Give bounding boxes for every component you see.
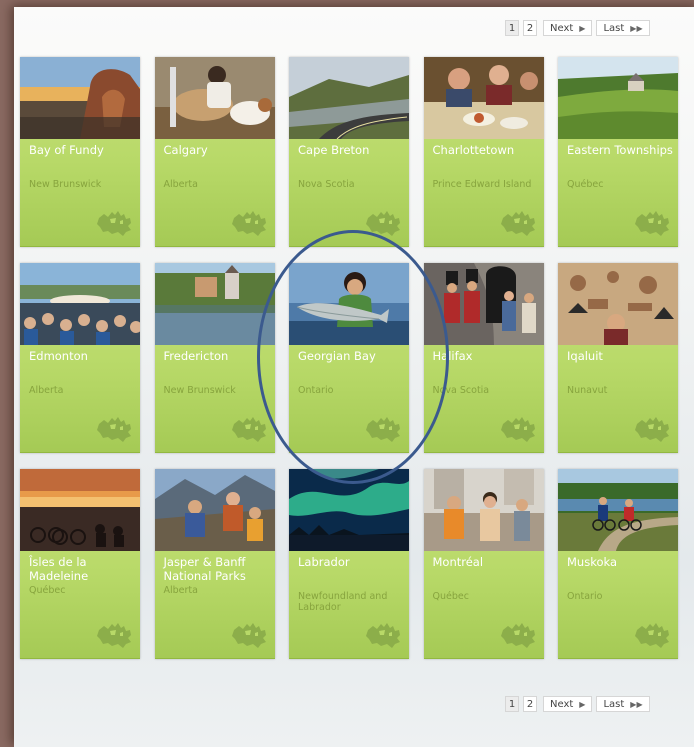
destination-photo[interactable] — [558, 57, 678, 139]
destination-card[interactable]: Montréal Québec — [423, 469, 544, 659]
canada-map-icon — [500, 210, 538, 238]
destination-card[interactable]: Iqaluit Nunavut — [558, 263, 678, 453]
destination-photo[interactable] — [154, 57, 275, 139]
canada-map-icon — [634, 622, 672, 650]
play-arrow-icon: ▶ — [579, 23, 586, 33]
destination-city[interactable]: Fredericton — [164, 349, 270, 363]
destination-photo[interactable] — [20, 263, 140, 345]
destination-photo[interactable] — [20, 57, 140, 139]
destination-province: Prince Edward Island — [432, 179, 532, 190]
last-label: Last — [603, 698, 625, 710]
destination-province: Québec — [29, 585, 66, 596]
destination-city[interactable]: Georgian Bay — [298, 349, 404, 363]
destination-province: Nova Scotia — [298, 179, 355, 190]
destination-card[interactable]: Charlottetown Prince Edward Island — [423, 57, 544, 247]
canada-map-icon — [365, 210, 403, 238]
destination-card[interactable]: Labrador Newfoundland and Labrador — [289, 469, 409, 659]
page-2-link[interactable]: 2 — [523, 20, 537, 36]
destination-photo[interactable] — [289, 263, 409, 345]
destination-card[interactable]: Muskoka Ontario — [558, 469, 678, 659]
destination-photo[interactable] — [20, 469, 140, 551]
canada-map-icon — [634, 416, 672, 444]
destination-city[interactable]: Muskoka — [567, 555, 673, 569]
destination-city[interactable]: Halifax — [433, 349, 539, 363]
destination-city[interactable]: Cape Breton — [298, 143, 404, 157]
destination-province: New Brunswick — [29, 179, 102, 190]
destination-card[interactable]: Fredericton New Brunswick — [154, 263, 275, 453]
next-label: Next — [550, 698, 574, 710]
double-arrow-icon: ▶▶ — [630, 23, 643, 33]
destination-card[interactable]: Calgary Alberta — [154, 57, 275, 247]
destination-card[interactable]: Georgian Bay Ontario — [289, 263, 409, 453]
destination-province: Ontario — [567, 591, 603, 602]
double-arrow-icon: ▶▶ — [630, 699, 643, 709]
destination-card[interactable]: Bay of Fundy New Brunswick — [20, 57, 140, 247]
destination-province: Alberta — [29, 385, 64, 396]
next-label: Next — [550, 22, 574, 34]
canada-map-icon — [634, 210, 672, 238]
last-button[interactable]: Last ▶▶ — [596, 20, 650, 36]
last-button[interactable]: Last ▶▶ — [596, 696, 650, 712]
destination-photo[interactable] — [154, 469, 275, 551]
destination-card[interactable]: Cape Breton Nova Scotia — [289, 57, 409, 247]
destination-card[interactable]: Eastern Townships Québec — [558, 57, 678, 247]
canada-map-icon — [96, 622, 134, 650]
destination-city[interactable]: Labrador — [298, 555, 404, 569]
destination-city[interactable]: Calgary — [164, 143, 270, 157]
destination-city[interactable]: Jasper & Banff National Parks — [164, 555, 270, 583]
next-button[interactable]: Next ▶ — [543, 696, 593, 712]
destination-province: Newfoundland and Labrador — [298, 591, 388, 613]
canada-map-icon — [231, 622, 269, 650]
destination-city[interactable]: Iqaluit — [567, 349, 673, 363]
destination-card[interactable]: Halifax Nova Scotia — [423, 263, 544, 453]
destination-photo[interactable] — [154, 263, 275, 345]
pagination-top: 1 2 Next ▶ Last ▶▶ — [505, 20, 650, 36]
play-arrow-icon: ▶ — [579, 699, 586, 709]
canada-map-icon — [231, 210, 269, 238]
destination-province: Nova Scotia — [432, 385, 490, 396]
destination-photo[interactable] — [423, 57, 544, 139]
canada-map-icon — [96, 416, 134, 444]
destination-photo[interactable] — [289, 57, 409, 139]
canada-map-icon — [500, 416, 538, 444]
destination-province: Québec — [567, 179, 604, 190]
destination-city[interactable]: Edmonton — [29, 349, 135, 363]
destination-province: Alberta — [163, 179, 198, 190]
canada-map-icon — [365, 416, 403, 444]
page-1-link[interactable]: 1 — [505, 696, 519, 712]
destination-province: Nunavut — [567, 385, 608, 396]
canada-map-icon — [365, 622, 403, 650]
canada-map-icon — [500, 622, 538, 650]
pagination-bottom: 1 2 Next ▶ Last ▶▶ — [505, 696, 650, 712]
destination-city[interactable]: Charlottetown — [433, 143, 539, 157]
destination-card[interactable]: Îsles de la Madeleine Québec — [20, 469, 140, 659]
canada-map-icon — [96, 210, 134, 238]
destination-photo[interactable] — [558, 263, 678, 345]
destination-province: New Brunswick — [163, 385, 236, 396]
destination-province: Québec — [432, 591, 469, 602]
destination-photo[interactable] — [423, 469, 544, 551]
destination-city[interactable]: Montréal — [433, 555, 539, 569]
destination-city[interactable]: Eastern Townships — [567, 143, 673, 157]
destination-card[interactable]: Edmonton Alberta — [20, 263, 140, 453]
canada-map-icon — [231, 416, 269, 444]
destination-photo[interactable] — [289, 469, 409, 551]
page-2-link[interactable]: 2 — [523, 696, 537, 712]
destination-province: Ontario — [298, 385, 334, 396]
destination-photo[interactable] — [423, 263, 544, 345]
destination-city[interactable]: Îsles de la Madeleine — [29, 555, 135, 583]
destination-city[interactable]: Bay of Fundy — [29, 143, 135, 157]
destination-photo[interactable] — [558, 469, 678, 551]
destination-province: Alberta — [163, 585, 198, 596]
page-1-link[interactable]: 1 — [505, 20, 519, 36]
next-button[interactable]: Next ▶ — [543, 20, 593, 36]
destination-card[interactable]: Jasper & Banff National Parks Alberta — [154, 469, 275, 659]
last-label: Last — [603, 22, 625, 34]
